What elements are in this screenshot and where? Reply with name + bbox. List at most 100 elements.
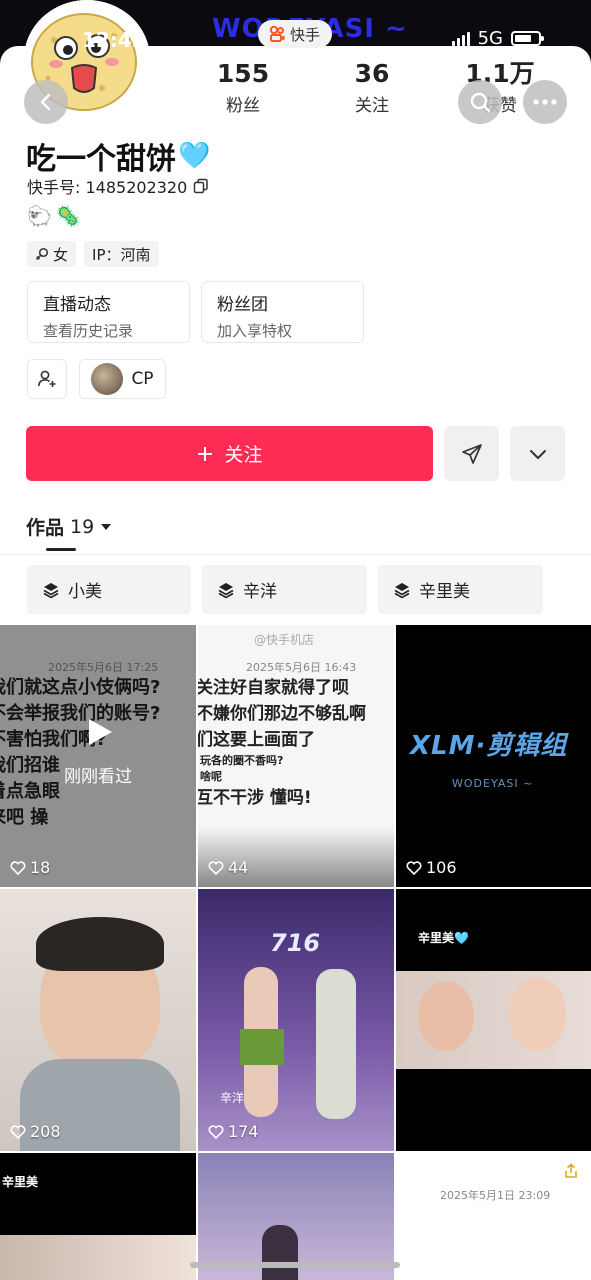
chip-label: 辛洋 — [243, 582, 277, 602]
video-tile[interactable]: 208 — [0, 889, 196, 1151]
like-value: 208 — [30, 1122, 61, 1141]
video-thumbnail — [0, 1235, 196, 1280]
tab-underline — [46, 548, 76, 551]
video-thumbnail — [316, 969, 356, 1119]
cp-button[interactable]: CP — [79, 359, 166, 399]
live-history-card[interactable]: 直播动态 查看历史记录 — [27, 281, 190, 343]
play-icon — [89, 719, 112, 745]
follow-button[interactable]: 关注 — [26, 426, 433, 481]
like-value: 18 — [30, 858, 51, 877]
caret-down-icon — [101, 523, 112, 530]
post-line: 关注好自家就得了呗 — [198, 678, 349, 698]
layers-icon — [218, 582, 234, 598]
video-tile[interactable]: 716 辛洋 174 — [198, 889, 394, 1151]
nickname-row: 吃一个甜饼 🩵 — [26, 134, 210, 178]
like-value: 174 — [228, 1122, 259, 1141]
logo-text: XLM·剪辑组 — [410, 731, 568, 761]
watched-label: 刚刚看过 — [64, 767, 132, 787]
search-button[interactable] — [458, 80, 502, 124]
collection-chip[interactable]: 辛里美 — [378, 565, 543, 614]
plus-icon — [198, 446, 213, 461]
cp-label: CP — [131, 369, 154, 389]
heart-icon — [208, 860, 224, 875]
chevron-left-icon — [40, 93, 51, 111]
heart-icon — [208, 1124, 224, 1139]
user-id: 快手号: 1485202320 — [27, 178, 188, 197]
chip-label: 辛里美 — [419, 582, 470, 602]
back-button[interactable] — [24, 80, 68, 124]
gender-label: 女 — [53, 245, 69, 264]
collection-chip[interactable]: 辛洋 — [202, 565, 367, 614]
more-options-button[interactable] — [510, 426, 565, 481]
like-value: 44 — [228, 858, 249, 877]
tile-caption: 辛里美 — [2, 1175, 39, 1189]
bottom-shade — [198, 827, 394, 887]
stat-value: 155 — [216, 59, 270, 88]
stat-value: 36 — [354, 59, 390, 88]
search-icon — [470, 92, 491, 113]
status-time: 12:42 — [82, 28, 146, 52]
video-thumbnail — [508, 977, 566, 1051]
collection-chip[interactable]: 小美 — [27, 565, 191, 614]
kuaishou-logo-icon — [269, 25, 285, 42]
stat-following[interactable]: 36 关注 — [322, 59, 422, 117]
more-button[interactable] — [523, 80, 567, 124]
sheep-emoji: 🐑 — [27, 204, 52, 228]
video-tile[interactable]: 2025年5月6日 17:25 我们就这点小伎俩吗? 不会举报我们的账号? 不害… — [0, 625, 196, 887]
cp-avatar — [91, 363, 124, 395]
stage-text: 716 — [270, 929, 321, 957]
heart-icon — [10, 1124, 26, 1139]
video-grid: 2025年5月6日 17:25 我们就这点小伎俩吗? 不会举报我们的账号? 不害… — [0, 625, 591, 1280]
video-tile[interactable] — [198, 1153, 394, 1280]
tab-works[interactable]: 作品 19 — [26, 513, 112, 540]
video-tile[interactable]: 2025年5月1日 23:09 — [396, 1153, 591, 1280]
video-thumbnail — [36, 917, 164, 971]
status-icons: 5G — [451, 28, 544, 49]
works-label: 作品 — [26, 517, 65, 539]
add-friend-button[interactable] — [27, 359, 67, 399]
like-value: 106 — [426, 858, 457, 877]
tile-caption: 辛里美🩵 — [418, 931, 469, 945]
copy-icon[interactable] — [193, 178, 209, 194]
app-badge: 快手 — [258, 20, 333, 48]
card-subtitle: 查看历史记录 — [43, 322, 134, 340]
stat-fans[interactable]: 155 粉丝 — [193, 59, 293, 117]
signal-icon — [451, 31, 470, 46]
message-button[interactable] — [444, 426, 499, 481]
card-title: 粉丝团 — [217, 295, 268, 315]
post-line: 不嫌你们那边不够乱啊 — [198, 704, 366, 724]
card-title: 直播动态 — [43, 295, 111, 315]
post-date: 2025年5月6日 16:43 — [246, 661, 357, 674]
watched-overlay — [0, 625, 196, 887]
more-dots-icon — [533, 99, 557, 105]
ip-tag: IP：河南 — [84, 241, 159, 267]
like-count: 174 — [208, 1122, 259, 1141]
send-icon — [461, 443, 482, 464]
heart-emoji: 🩵 — [178, 141, 211, 171]
video-thumbnail — [418, 981, 474, 1051]
post-date: 2025年5月1日 23:09 — [440, 1189, 551, 1202]
video-tile[interactable]: @快手机店 2025年5月6日 16:43 关注好自家就得了呗 不嫌你们那边不够… — [198, 625, 394, 887]
video-tile[interactable]: 辛里美 — [0, 1153, 196, 1280]
layers-icon — [394, 582, 410, 598]
network-label: 5G — [477, 28, 503, 49]
like-count: 18 — [10, 858, 50, 877]
video-tile[interactable]: 辛里美🩵 — [396, 889, 591, 1151]
home-indicator[interactable] — [190, 1262, 400, 1268]
chevron-down-icon — [529, 449, 546, 459]
tag-row: 女 IP：河南 — [27, 241, 159, 267]
tile-caption: 辛洋 — [220, 1091, 245, 1105]
ip-label: IP：河南 — [92, 245, 151, 264]
layers-icon — [43, 582, 59, 598]
video-tile[interactable]: XLM·剪辑组 WODEYASI ~ 106 — [396, 625, 591, 887]
fan-club-card[interactable]: 粉丝团 加入享特权 — [201, 281, 364, 343]
chip-label: 小美 — [68, 582, 102, 602]
stat-label: 关注 — [355, 96, 389, 116]
female-icon — [35, 247, 49, 261]
heart-icon — [406, 860, 422, 875]
battery-icon — [511, 31, 544, 46]
emoji-row: 🐑 🦠 — [27, 204, 81, 228]
follow-label: 关注 — [224, 444, 263, 466]
share-icon — [565, 1163, 577, 1178]
virus-emoji: 🦠 — [55, 204, 81, 228]
